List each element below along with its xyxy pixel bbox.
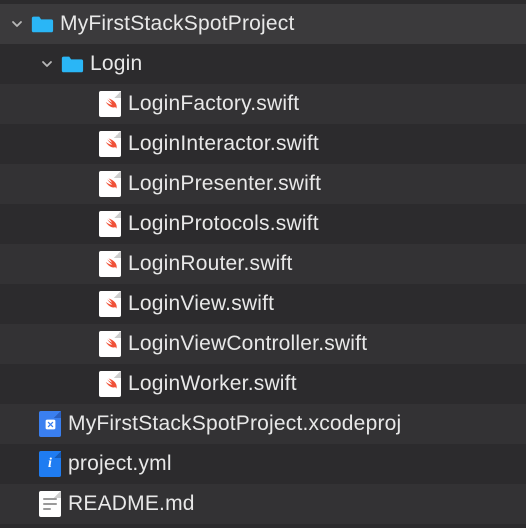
swift-file-icon: [98, 212, 122, 236]
tree-row-file[interactable]: LoginPresenter.swift: [0, 164, 526, 204]
tree-row-file[interactable]: i project.yml: [0, 444, 526, 484]
tree-row-file[interactable]: LoginViewController.swift: [0, 324, 526, 364]
swift-file-icon: [98, 372, 122, 396]
swift-file-icon: [98, 92, 122, 116]
xcodeproj-file-icon: [38, 412, 62, 436]
file-label: LoginRouter.swift: [128, 252, 293, 276]
tree-row-file[interactable]: LoginFactory.swift: [0, 84, 526, 124]
folder-icon: [60, 52, 84, 76]
swift-file-icon: [98, 132, 122, 156]
file-label: LoginView.swift: [128, 292, 274, 316]
tree-row-file[interactable]: LoginProtocols.swift: [0, 204, 526, 244]
file-label: LoginWorker.swift: [128, 372, 297, 396]
tree-row-project[interactable]: MyFirstStackSpotProject: [0, 4, 526, 44]
chevron-down-icon[interactable]: [40, 58, 54, 70]
project-label: MyFirstStackSpotProject: [60, 12, 295, 36]
tree-row-file[interactable]: MyFirstStackSpotProject.xcodeproj: [0, 404, 526, 444]
tree-row-file[interactable]: LoginWorker.swift: [0, 364, 526, 404]
tree-row-file[interactable]: LoginView.swift: [0, 284, 526, 324]
yml-file-icon: i: [38, 452, 62, 476]
md-file-icon: [38, 492, 62, 516]
file-label: LoginPresenter.swift: [128, 172, 321, 196]
tree-row-folder[interactable]: Login: [0, 44, 526, 84]
tree-row-file[interactable]: README.md: [0, 484, 526, 524]
file-label: MyFirstStackSpotProject.xcodeproj: [68, 412, 401, 436]
chevron-down-icon[interactable]: [10, 18, 24, 30]
swift-file-icon: [98, 292, 122, 316]
tree-row-file[interactable]: LoginRouter.swift: [0, 244, 526, 284]
folder-icon: [30, 12, 54, 36]
swift-file-icon: [98, 172, 122, 196]
file-label: project.yml: [68, 452, 172, 476]
file-label: LoginProtocols.swift: [128, 212, 319, 236]
swift-file-icon: [98, 332, 122, 356]
folder-label: Login: [90, 52, 142, 76]
swift-file-icon: [98, 252, 122, 276]
file-tree: MyFirstStackSpotProject Login LoginFacto…: [0, 0, 526, 524]
file-label: LoginFactory.swift: [128, 92, 299, 116]
tree-row-file[interactable]: LoginInteractor.swift: [0, 124, 526, 164]
file-label: LoginInteractor.swift: [128, 132, 319, 156]
file-label: LoginViewController.swift: [128, 332, 367, 356]
file-label: README.md: [68, 492, 195, 516]
